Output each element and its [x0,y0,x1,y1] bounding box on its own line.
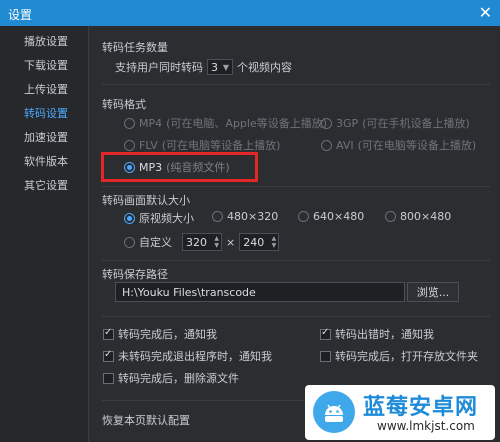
checkbox-open-folder[interactable] [320,350,331,362]
task-count-value: 3 [211,60,218,74]
format-label-avi: AVI [336,138,354,152]
sidebar-item-upload[interactable]: 上传设置 [0,78,88,102]
browse-button[interactable]: 浏览... [407,282,459,302]
size-option-640x480[interactable]: 640×480 [298,210,364,223]
option-notify-exit[interactable]: 未转码完成退出程序时，通知我 [103,348,272,364]
option-label: 未转码完成退出程序时，通知我 [118,350,272,363]
radio-size-original[interactable] [124,212,135,224]
sidebar-item-acceleration[interactable]: 加速设置 [0,126,88,150]
size-label-original: 原视频大小 [139,212,194,225]
task-count-prefix: 支持用户同时转码 [115,61,203,74]
format-option-mp4[interactable]: MP4 (可在电脑、Apple等设备上播放) [124,115,327,131]
option-label: 转码完成后，删除源文件 [118,372,239,385]
sidebar-item-version[interactable]: 软件版本 [0,150,88,174]
size-option-800x480[interactable]: 800×480 [385,210,451,223]
main-panel: 转码任务数量 支持用户同时转码 3 ▼ 个视频内容 转码格式 MP4 (可在电脑… [89,26,500,442]
format-label-3gp: 3GP [336,116,359,130]
size-label-480x320: 480×320 [227,210,279,223]
option-label: 转码完成后，通知我 [118,328,217,341]
format-option-avi[interactable]: AVI (可在电脑等设备上播放) [321,137,476,153]
height-stepper[interactable]: 240 ▲ ▼ [239,233,280,251]
format-label-flv: FLV [139,138,158,152]
option-label: 转码完成后，打开存放文件夹 [335,350,478,363]
format-note-mp4: (可在电脑、Apple等设备上播放) [166,117,328,130]
format-note-3gp: (可在手机设备上播放) [362,117,470,130]
size-option-custom[interactable]: 自定义 320 ▲ ▼ × 240 ▲ ▼ [124,233,280,251]
watermark-url: www.lmkjst.com [377,419,475,433]
highlight-box [101,152,258,182]
format-option-flv[interactable]: FLV (可在电脑等设备上播放) [124,137,280,153]
divider [102,260,490,261]
option-notify-complete[interactable]: 转码完成后，通知我 [103,326,217,342]
stepper-arrows-icon[interactable]: ▲ ▼ [214,235,221,249]
size-option-original[interactable]: 原视频大小 [124,210,194,226]
option-notify-error[interactable]: 转码出错时，通知我 [320,326,434,342]
format-title: 转码格式 [102,98,146,111]
task-count-section: 转码任务数量 [102,39,490,55]
android-robot-icon [313,391,355,433]
sidebar-item-playback[interactable]: 播放设置 [0,30,88,54]
radio-mp4[interactable] [124,117,135,129]
checkbox-notify-complete[interactable] [103,327,114,340]
checkbox-notify-exit[interactable] [103,349,114,362]
option-delete-source[interactable]: 转码完成后，删除源文件 [103,370,239,386]
close-icon[interactable]: ✕ [479,3,492,22]
checkbox-notify-error[interactable] [320,327,331,340]
option-label: 转码出错时，通知我 [335,328,434,341]
format-note-flv: (可在电脑等设备上播放) [161,139,281,152]
restore-defaults-link[interactable]: 恢复本页默认配置 [102,412,190,428]
title-bar: 设置 ✕ [0,0,500,26]
divider [102,186,490,187]
stepper-arrows-icon[interactable]: ▲ ▼ [272,235,279,249]
size-option-480x320[interactable]: 480×320 [212,210,278,223]
watermark-brand: 蓝莓安卓网 [363,395,479,420]
format-label-mp4: MP4 [139,116,163,130]
task-count-suffix: 个视频内容 [237,61,292,74]
option-open-folder[interactable]: 转码完成后，打开存放文件夹 [320,348,478,364]
chevron-down-icon: ▼ [222,62,229,72]
size-section: 转码画面默认大小 [102,192,490,208]
checkbox-delete-source[interactable] [103,372,114,384]
format-option-3gp[interactable]: 3GP (可在手机设备上播放) [321,115,470,131]
sidebar-item-download[interactable]: 下载设置 [0,54,88,78]
size-title: 转码画面默认大小 [102,194,190,207]
radio-flv[interactable] [124,139,135,151]
radio-size-480x320[interactable] [212,211,223,222]
path-section: 转码保存路径 [102,266,490,282]
width-stepper[interactable]: 320 ▲ ▼ [182,233,222,251]
save-path-input[interactable]: H:\Youku Files\transcode [115,282,405,302]
height-value: 240 [243,235,265,249]
radio-3gp[interactable] [321,117,332,129]
task-count-title: 转码任务数量 [102,41,168,54]
radio-size-640x480[interactable] [298,211,309,222]
times-sign: × [226,235,236,249]
sidebar-item-transcode[interactable]: 转码设置 [0,102,88,126]
sidebar-item-other[interactable]: 其它设置 [0,174,88,198]
size-label-800x480: 800×480 [400,210,452,223]
divider [102,84,490,85]
format-note-avi: (可在电脑等设备上播放) [357,139,477,152]
task-count-select[interactable]: 3 ▼ [207,59,233,75]
window-title: 设置 [8,8,33,22]
watermark-logo: 蓝莓安卓网 www.lmkjst.com [305,385,495,440]
divider [102,316,490,317]
radio-size-custom[interactable] [124,236,135,248]
radio-avi[interactable] [321,139,332,151]
width-value: 320 [186,235,207,249]
radio-size-800x480[interactable] [385,211,396,222]
path-title: 转码保存路径 [102,268,168,281]
size-label-640x480: 640×480 [313,210,365,223]
sidebar: 播放设置 下载设置 上传设置 转码设置 加速设置 软件版本 其它设置 [0,26,89,442]
format-section: 转码格式 [102,96,490,112]
size-label-custom: 自定义 [139,236,172,249]
